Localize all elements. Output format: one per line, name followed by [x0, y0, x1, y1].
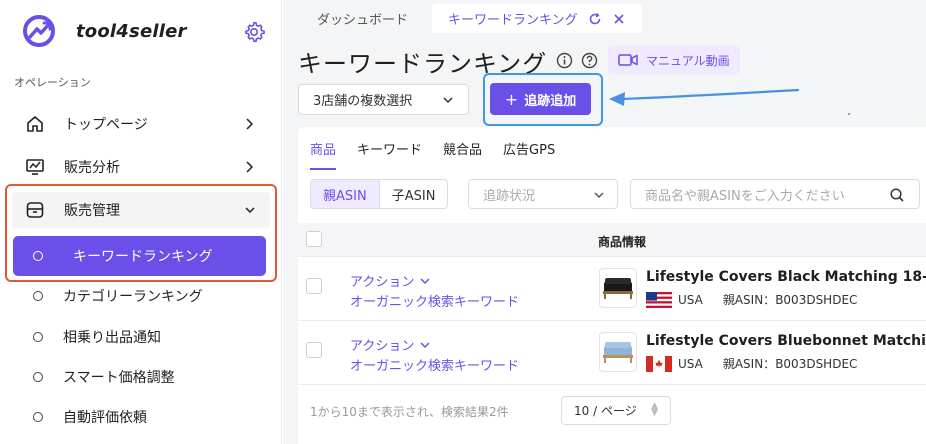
country-label: USA [678, 356, 703, 371]
brand[interactable]: tool4seller [22, 14, 187, 48]
product-title[interactable]: Lifestyle Covers Black Matching 18-Inc..… [646, 269, 926, 285]
row-checkbox[interactable] [306, 342, 322, 358]
manual-video-label: マニュアル動画 [646, 53, 730, 68]
content-tabs: 商品 キーワード 競合品 広告GPS [310, 139, 576, 170]
product-meta: USA 親ASIN： B003DSHDEC [646, 355, 857, 372]
pagination-summary: 1から10まで表示され、検索結果2件 [310, 405, 509, 419]
annotation-arrow [609, 88, 850, 115]
select-all-checkbox[interactable] [306, 231, 322, 247]
tab-keywords[interactable]: キーワード [357, 139, 422, 170]
sidebar-subitem-label: 相乗り出品通知 [63, 330, 161, 346]
sidebar-subitem-auto-review[interactable]: 自動評価依頼 [33, 405, 147, 429]
tab-bar: ダッシュボード キーワードランキング [283, 0, 926, 33]
chevron-down-icon [419, 342, 430, 349]
page-size-value: 10 / ページ [574, 404, 637, 418]
us-flag-icon [646, 291, 672, 308]
ca-flag-icon [646, 355, 672, 372]
sort-updown-icon: ▲ ▼ [651, 401, 658, 418]
add-tracking-button[interactable]: + 追跡追加 [490, 83, 591, 115]
main-area: ダッシュボード キーワードランキング キーワードランキング マニュアル動画 3店… [283, 0, 926, 444]
sidebar-subitem-label: 自動評価依頼 [63, 410, 147, 426]
brand-name: tool4seller [76, 20, 187, 42]
sidebar-item-label: トップページ [64, 117, 148, 133]
organic-keyword-link[interactable]: オーガニック検索キーワード [350, 355, 519, 374]
store-select-value: 3店舗の複数選択 [313, 94, 413, 109]
futon-black-image [603, 278, 633, 299]
asin-label: 親ASIN： [722, 293, 776, 307]
chevron-down-icon [443, 97, 453, 104]
add-tracking-label: 追跡追加 [524, 93, 577, 109]
table-row: アクション オーガニック検索キーワード Lifestyle Covers Bla… [298, 257, 926, 321]
chevron-right-icon [246, 161, 254, 173]
chevron-right-icon [246, 118, 254, 130]
search-input[interactable]: 商品名や親ASINをご入力ください [630, 179, 920, 209]
tab-label: キーワードランキング [448, 13, 578, 28]
futon-blue-image [603, 342, 633, 363]
sidebar-item-label: 販売分析 [64, 160, 120, 176]
bullet-icon [33, 372, 43, 382]
bullet-icon [33, 332, 43, 342]
tab-label: ダッシュボード [317, 13, 409, 28]
table-row: アクション オーガニック検索キーワード Lifestyle Covers Blu… [298, 321, 926, 385]
asin-toggle: 親ASIN 子ASIN [310, 179, 449, 209]
tab-ad-gps[interactable]: 広告GPS [503, 139, 555, 170]
action-dropdown[interactable]: アクション [350, 271, 431, 290]
action-label: アクション [350, 275, 415, 290]
sidebar-subitem-label: カテゴリーランキング [63, 289, 203, 305]
page-size-select[interactable]: 10 / ページ ▲ ▼ [561, 396, 671, 425]
country-label: USA [678, 292, 703, 307]
tab-keyword-ranking[interactable]: キーワードランキング [432, 4, 642, 33]
content-card: 商品 キーワード 競合品 広告GPS 親ASIN 子ASIN 追跡状況 商品名や… [298, 127, 926, 444]
plus-icon: + [504, 89, 519, 109]
tab-competitors[interactable]: 競合品 [443, 139, 482, 170]
sidebar-subitem-hijacker-alert[interactable]: 相乗り出品通知 [33, 325, 161, 349]
column-header-product-info: 商品情報 [598, 235, 647, 249]
bullet-icon [33, 412, 43, 422]
asin-value: B003DSHDEC [775, 292, 858, 307]
store-select[interactable]: 3店舗の複数選択 [298, 84, 469, 115]
product-title[interactable]: Lifestyle Covers Bluebonnet Matching ... [646, 333, 926, 349]
product-thumbnail[interactable] [599, 332, 637, 372]
chevron-down-icon [419, 278, 430, 285]
child-asin-toggle[interactable]: 子ASIN [380, 180, 448, 208]
video-icon [618, 54, 638, 66]
sidebar-subitem-category-ranking[interactable]: カテゴリーランキング [33, 284, 203, 308]
sidebar-item-top[interactable]: トップページ [24, 109, 264, 139]
info-icon[interactable] [556, 52, 573, 69]
asin-value: B003DSHDEC [775, 356, 858, 371]
chart-icon [24, 156, 46, 178]
action-label: アクション [350, 339, 415, 354]
search-placeholder: 商品名や親ASINをご入力ください [645, 188, 845, 204]
help-icon[interactable] [581, 52, 598, 69]
tab-products[interactable]: 商品 [310, 139, 337, 170]
tracking-status-select[interactable]: 追跡状況 [468, 179, 618, 209]
red-highlight-box [5, 184, 277, 282]
bullet-icon [33, 291, 43, 301]
search-icon[interactable] [889, 187, 905, 203]
row-checkbox[interactable] [306, 278, 322, 294]
sidebar-subitem-smart-repricing[interactable]: スマート価格調整 [33, 365, 175, 389]
product-meta: USA 親ASIN： B003DSHDEC [646, 291, 857, 308]
parent-asin-toggle[interactable]: 親ASIN [311, 180, 380, 208]
sidebar-item-sales-analysis[interactable]: 販売分析 [24, 152, 264, 182]
product-thumbnail[interactable] [599, 268, 637, 308]
refresh-icon[interactable] [588, 12, 602, 26]
close-icon[interactable] [612, 12, 626, 26]
asin-label: 親ASIN： [722, 357, 776, 371]
tab-dashboard[interactable]: ダッシュボード [301, 4, 424, 33]
tracking-status-placeholder: 追跡状況 [483, 188, 536, 204]
gear-icon[interactable] [242, 20, 266, 44]
section-label: オペレーション [14, 76, 91, 89]
sidebar: tool4seller オペレーション トップページ 販売分析 販売管理 キーワ… [0, 0, 282, 444]
manual-video-button[interactable]: マニュアル動画 [608, 46, 740, 74]
chevron-down-icon [594, 192, 604, 199]
home-icon [24, 113, 46, 135]
action-dropdown[interactable]: アクション [350, 335, 431, 354]
table-header: 商品情報 [298, 223, 926, 257]
logo-icon [23, 15, 55, 47]
organic-keyword-link[interactable]: オーガニック検索キーワード [350, 291, 519, 310]
sidebar-subitem-label: スマート価格調整 [63, 370, 175, 386]
